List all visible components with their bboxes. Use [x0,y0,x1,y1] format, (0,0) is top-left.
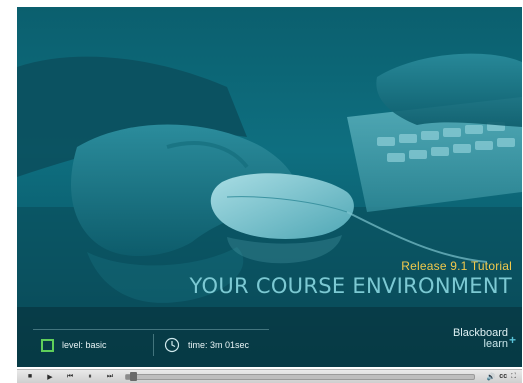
blackboard-learn-logo: Blackboard learn + [453,328,516,350]
skip-back-button[interactable]: ⏮ [63,371,77,382]
skip-forward-icon: ⏭ [106,372,114,380]
skip-forward-button[interactable]: ⏭ [103,371,117,382]
pause-button[interactable]: ⏸ [83,371,97,382]
hand-on-mouse-illustration [17,53,522,367]
level-label: level: basic [62,340,107,350]
level-info: level: basic [33,338,153,352]
pause-icon: ⏸ [88,372,92,380]
seek-handle[interactable] [129,371,137,381]
info-bar: level: basic time: 3m 01sec [33,329,269,360]
cc-button[interactable]: cc [499,373,507,380]
play-icon: ▶ [47,373,53,381]
plus-icon: + [508,333,516,347]
clock-icon [164,337,180,353]
volume-icon: 🔊 [486,373,496,381]
time-info: time: 3m 01sec [153,334,249,356]
skip-back-icon: ⏮ [66,372,74,380]
fullscreen-icon: ⛶ [511,372,516,380]
stop-button[interactable]: ■ [23,371,37,382]
slide-title-block: Release 9.1 Tutorial YOUR COURSE ENVIRON… [190,259,512,298]
fullscreen-button[interactable]: ⛶ [511,373,516,381]
play-button[interactable]: ▶ [43,371,57,382]
slide-subtitle: Release 9.1 Tutorial [401,259,512,273]
time-label: time: 3m 01sec [188,340,250,350]
level-square-icon [41,338,54,352]
volume-button[interactable]: 🔊 [487,373,496,381]
right-controls: 🔊 cc ⛶ [487,373,516,381]
video-player[interactable]: Release 9.1 Tutorial YOUR COURSE ENVIRON… [17,7,522,367]
logo-text-learn: learn [483,338,508,350]
stop-icon: ■ [27,373,33,380]
seek-bar[interactable] [125,371,475,381]
player-controls: ■ ▶ ⏮ ⏸ ⏭ 🔊 cc ⛶ [17,369,522,383]
slide-title: YOUR COURSE ENVIRONMENT [189,274,512,298]
tutorial-slide: Release 9.1 Tutorial YOUR COURSE ENVIRON… [17,7,522,367]
